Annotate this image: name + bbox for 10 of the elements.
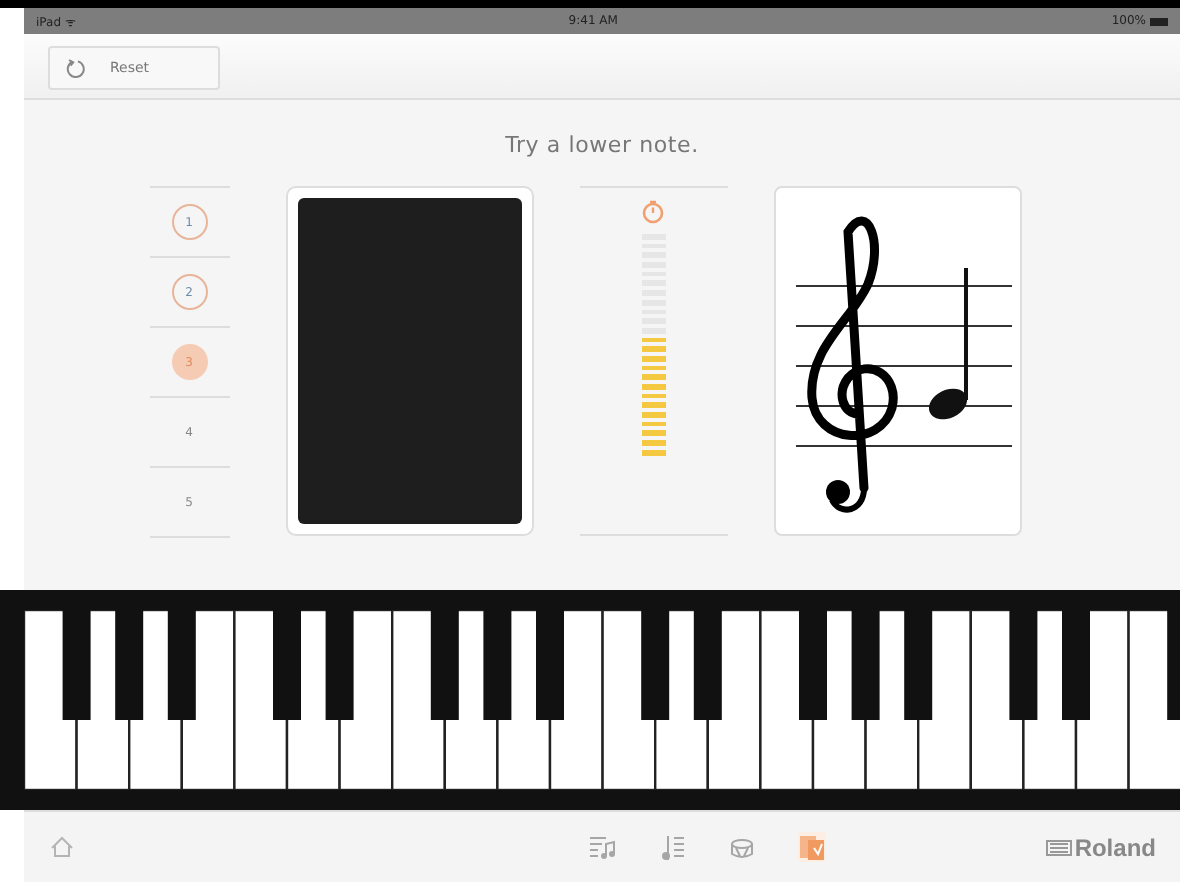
music-list-tab[interactable]: [587, 832, 616, 862]
sheet-music-tab[interactable]: [657, 832, 686, 862]
home-tab[interactable]: [48, 832, 76, 862]
flashcard-tab[interactable]: [797, 832, 826, 862]
battery-icon: [1150, 17, 1168, 25]
reset-icon: [66, 58, 86, 78]
brand-logo-text: Roland: [1074, 833, 1156, 861]
keyboard-logo-icon: [1046, 839, 1073, 855]
prompt-text: Try a lower note.: [505, 132, 699, 158]
timer-icon: [642, 200, 664, 224]
